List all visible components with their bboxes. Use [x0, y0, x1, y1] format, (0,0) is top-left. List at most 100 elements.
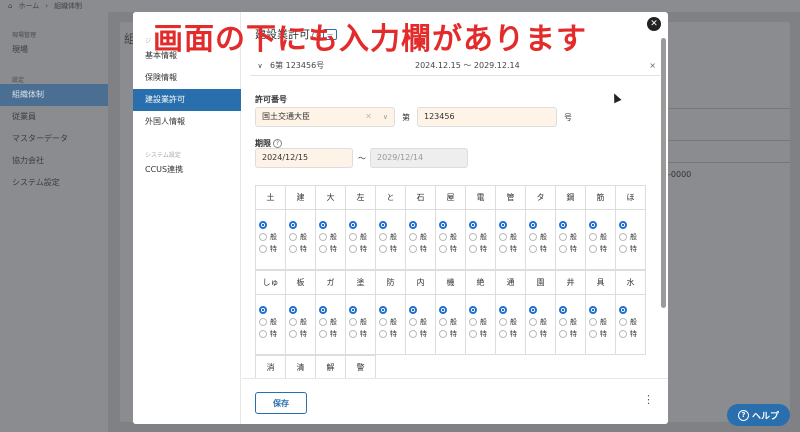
- option-general[interactable]: 般: [469, 231, 495, 243]
- option-general[interactable]: 般: [439, 231, 465, 243]
- radio-icon[interactable]: [559, 330, 567, 338]
- option-none[interactable]: [289, 219, 315, 231]
- option-general[interactable]: 般: [349, 316, 375, 328]
- help-button[interactable]: ? ヘルプ: [727, 404, 790, 426]
- option-general[interactable]: 般: [379, 231, 405, 243]
- option-general[interactable]: 般: [379, 316, 405, 328]
- radio-selected-icon[interactable]: [499, 306, 507, 314]
- option-special[interactable]: 特: [529, 243, 555, 255]
- radio-selected-icon[interactable]: [469, 306, 477, 314]
- radio-selected-icon[interactable]: [259, 221, 267, 229]
- option-none[interactable]: [589, 304, 615, 316]
- option-special[interactable]: 特: [529, 328, 555, 340]
- side-item-foreigner-info[interactable]: 外国人情報: [133, 111, 241, 133]
- option-none[interactable]: [529, 219, 555, 231]
- option-general[interactable]: 般: [259, 316, 285, 328]
- option-none[interactable]: [469, 304, 495, 316]
- radio-icon[interactable]: [259, 318, 267, 326]
- more-options-icon[interactable]: ⋮: [643, 394, 654, 406]
- radio-selected-icon[interactable]: [559, 221, 567, 229]
- radio-icon[interactable]: [379, 245, 387, 253]
- option-special[interactable]: 特: [499, 328, 525, 340]
- remove-permit-icon[interactable]: ×: [649, 61, 656, 70]
- radio-icon[interactable]: [559, 233, 567, 241]
- option-special[interactable]: 特: [409, 243, 435, 255]
- option-special[interactable]: 特: [319, 328, 345, 340]
- option-special[interactable]: 特: [259, 243, 285, 255]
- radio-icon[interactable]: [289, 318, 297, 326]
- sidebar-item-system-settings[interactable]: システム設定: [0, 172, 108, 194]
- chevron-down-icon[interactable]: ∨: [383, 108, 388, 126]
- option-special[interactable]: 特: [469, 243, 495, 255]
- sidebar-item-site[interactable]: 現場: [0, 39, 108, 61]
- help-circle-icon[interactable]: ?: [273, 139, 282, 148]
- radio-icon[interactable]: [349, 318, 357, 326]
- radio-icon[interactable]: [589, 245, 597, 253]
- radio-icon[interactable]: [469, 318, 477, 326]
- close-icon[interactable]: ✕: [647, 17, 661, 31]
- radio-icon[interactable]: [319, 245, 327, 253]
- radio-icon[interactable]: [379, 233, 387, 241]
- radio-icon[interactable]: [259, 245, 267, 253]
- chevron-down-icon[interactable]: ∨: [254, 62, 266, 70]
- radio-icon[interactable]: [289, 330, 297, 338]
- radio-selected-icon[interactable]: [619, 221, 627, 229]
- option-none[interactable]: [379, 219, 405, 231]
- radio-selected-icon[interactable]: [499, 221, 507, 229]
- option-general[interactable]: 般: [349, 231, 375, 243]
- option-general[interactable]: 般: [619, 231, 645, 243]
- option-none[interactable]: [619, 219, 645, 231]
- radio-selected-icon[interactable]: [559, 306, 567, 314]
- option-general[interactable]: 般: [559, 231, 585, 243]
- radio-icon[interactable]: [439, 245, 447, 253]
- radio-icon[interactable]: [499, 318, 507, 326]
- radio-icon[interactable]: [349, 330, 357, 338]
- option-general[interactable]: 般: [319, 231, 345, 243]
- radio-icon[interactable]: [469, 330, 477, 338]
- radio-icon[interactable]: [499, 233, 507, 241]
- radio-selected-icon[interactable]: [439, 306, 447, 314]
- radio-icon[interactable]: [319, 233, 327, 241]
- radio-icon[interactable]: [259, 233, 267, 241]
- option-special[interactable]: 特: [589, 328, 615, 340]
- side-item-construction-permit[interactable]: 建設業許可: [133, 89, 241, 111]
- option-none[interactable]: [439, 219, 465, 231]
- modal-scrollbar[interactable]: [661, 38, 666, 308]
- option-none[interactable]: [319, 304, 345, 316]
- radio-icon[interactable]: [319, 318, 327, 326]
- radio-icon[interactable]: [319, 330, 327, 338]
- radio-selected-icon[interactable]: [619, 306, 627, 314]
- option-special[interactable]: 特: [319, 243, 345, 255]
- period-start-input[interactable]: 2024/12/15: [255, 148, 353, 168]
- radio-selected-icon[interactable]: [289, 221, 297, 229]
- save-button[interactable]: 保存: [255, 392, 307, 414]
- option-general[interactable]: 般: [409, 231, 435, 243]
- option-general[interactable]: 般: [559, 316, 585, 328]
- option-special[interactable]: 特: [349, 243, 375, 255]
- radio-selected-icon[interactable]: [529, 221, 537, 229]
- option-special[interactable]: 特: [379, 328, 405, 340]
- radio-icon[interactable]: [619, 318, 627, 326]
- option-special[interactable]: 特: [349, 328, 375, 340]
- option-general[interactable]: 般: [499, 231, 525, 243]
- side-item-insurance[interactable]: 保険情報: [133, 67, 241, 89]
- option-none[interactable]: [289, 304, 315, 316]
- sidebar-item-organization[interactable]: 組織体制: [0, 84, 108, 106]
- breadcrumb-home[interactable]: ホーム: [18, 1, 39, 11]
- option-general[interactable]: 般: [589, 316, 615, 328]
- option-none[interactable]: [439, 304, 465, 316]
- radio-icon[interactable]: [409, 330, 417, 338]
- radio-icon[interactable]: [589, 330, 597, 338]
- radio-icon[interactable]: [439, 330, 447, 338]
- radio-icon[interactable]: [589, 233, 597, 241]
- option-special[interactable]: 特: [559, 328, 585, 340]
- permit-accordion-header[interactable]: ∨ 6第 123456号 2024.12.15 ～ 2029.12.14 ×: [250, 56, 660, 76]
- radio-selected-icon[interactable]: [589, 306, 597, 314]
- option-general[interactable]: 般: [529, 316, 555, 328]
- sidebar-item-partners[interactable]: 協力会社: [0, 150, 108, 172]
- option-special[interactable]: 特: [559, 243, 585, 255]
- option-special[interactable]: 特: [289, 243, 315, 255]
- radio-icon[interactable]: [559, 318, 567, 326]
- radio-selected-icon[interactable]: [439, 221, 447, 229]
- option-special[interactable]: 特: [379, 243, 405, 255]
